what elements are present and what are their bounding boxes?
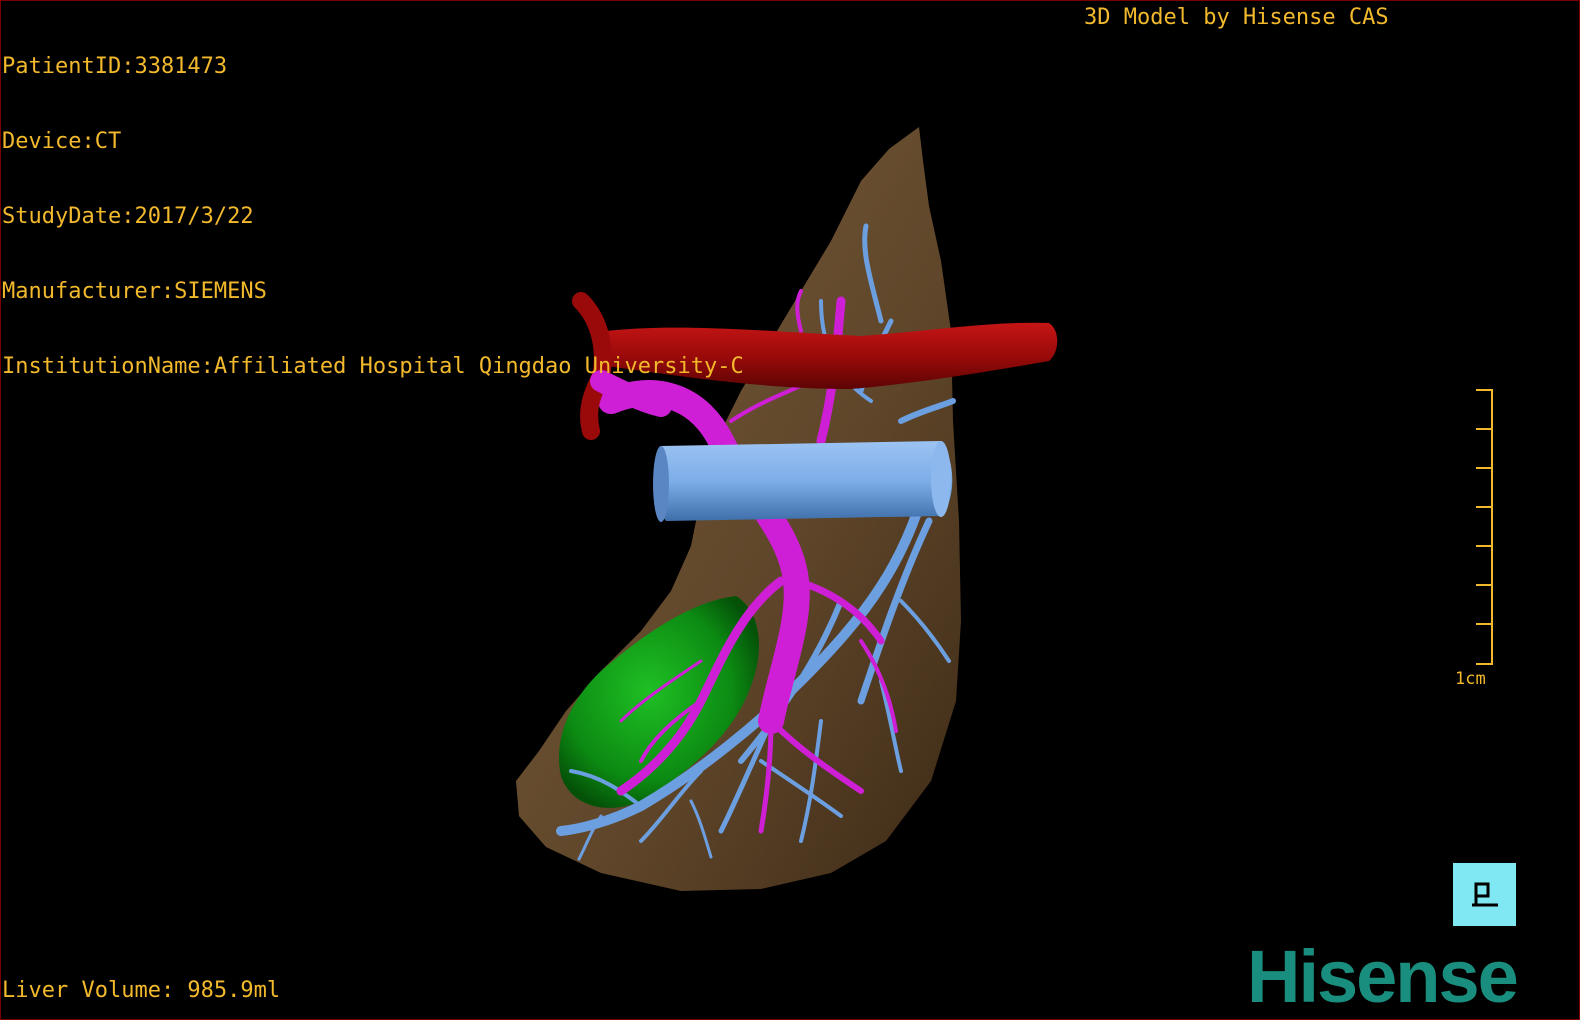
- liver-volume: Liver Volume: 985.9ml: [2, 978, 281, 1003]
- 3d-viewport[interactable]: PatientID:3381473 Device:CT StudyDate:20…: [0, 0, 1580, 1020]
- scale-bar: [1476, 389, 1493, 665]
- study-date: StudyDate:2017/3/22: [2, 204, 254, 229]
- hisense-logo: Hisense: [1247, 935, 1519, 1018]
- manufacturer: Manufacturer:SIEMENS: [2, 279, 267, 304]
- posterior-view-icon: [1471, 882, 1498, 906]
- inferior-vena-cava: [653, 441, 953, 522]
- orientation-button[interactable]: [1453, 863, 1516, 926]
- device: Device:CT: [2, 129, 122, 154]
- patient-info-overlay: PatientID:3381473 Device:CT StudyDate:20…: [2, 4, 744, 429]
- model-credit: 3D Model by Hisense CAS: [1084, 5, 1389, 30]
- scale-label: 1cm: [1455, 669, 1486, 689]
- patient-id: PatientID:3381473: [2, 54, 228, 79]
- institution-name: InstitutionName:Affiliated Hospital Qing…: [2, 354, 744, 379]
